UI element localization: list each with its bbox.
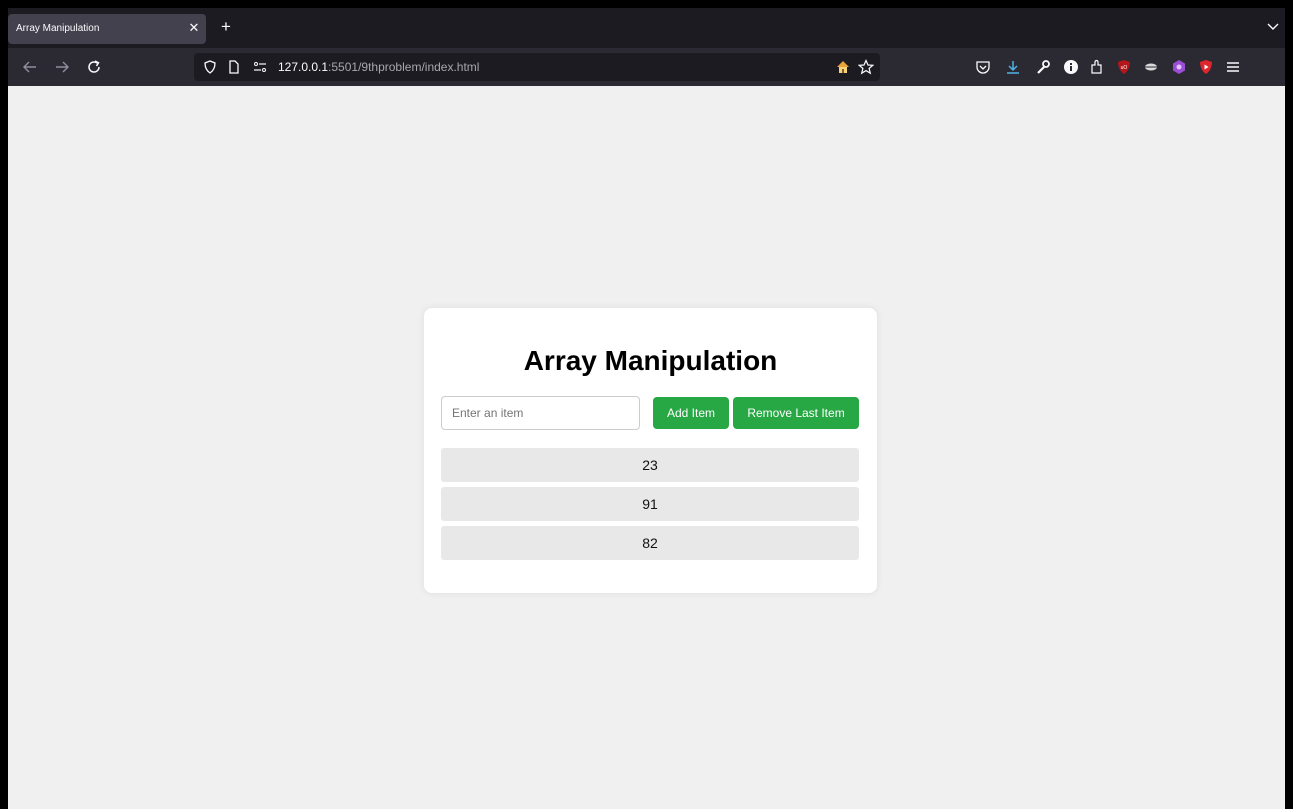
red-play-extension-icon[interactable] [1197, 58, 1215, 76]
url-host: 127.0.0.1 [278, 60, 329, 74]
array-card: Array Manipulation Add Item Remove Last … [424, 308, 877, 593]
chevron-down-icon[interactable] [1265, 20, 1281, 34]
add-item-button[interactable]: Add Item [653, 397, 729, 429]
page-viewport: Array Manipulation Add Item Remove Last … [8, 86, 1285, 809]
wrench-icon[interactable] [1034, 58, 1052, 76]
download-icon[interactable] [1004, 58, 1022, 76]
ublock-icon[interactable]: uO [1115, 58, 1133, 76]
browser-window: Array Manipulation ✕ + 127.0.0.1:5501/9t… [8, 8, 1285, 809]
url-text: 127.0.0.1:5501/9thproblem/index.html [278, 60, 479, 74]
close-tab-icon[interactable]: ✕ [186, 20, 202, 36]
svg-text:uO: uO [1121, 65, 1128, 71]
permissions-icon[interactable] [252, 59, 268, 75]
list-item: 23 [441, 448, 859, 482]
info-icon[interactable] [1062, 58, 1080, 76]
page-title: Array Manipulation [523, 345, 778, 376]
back-arrow-icon[interactable] [20, 57, 40, 77]
remove-last-item-button[interactable]: Remove Last Item [733, 397, 859, 429]
new-tab-icon[interactable]: + [217, 18, 235, 36]
url-path: :5501/9thproblem/index.html [328, 60, 480, 74]
pocket-icon[interactable] [974, 58, 992, 76]
list-item: 82 [441, 526, 859, 560]
hamburger-menu-icon[interactable] [1224, 58, 1242, 76]
tab-strip: Array Manipulation ✕ + [8, 8, 1285, 48]
lips-extension-icon[interactable] [1142, 58, 1160, 76]
item-input[interactable] [441, 396, 640, 430]
reload-icon[interactable] [84, 57, 104, 77]
tab-title: Array Manipulation [16, 23, 100, 34]
active-tab[interactable]: Array Manipulation ✕ [8, 14, 206, 44]
address-bar[interactable]: 127.0.0.1:5501/9thproblem/index.html [194, 53, 880, 81]
bookmark-star-icon[interactable] [858, 59, 874, 75]
navigation-toolbar: 127.0.0.1:5501/9thproblem/index.html uO [8, 48, 1285, 86]
purple-extension-icon[interactable] [1170, 58, 1188, 76]
list-item: 91 [441, 487, 859, 521]
extensions-icon[interactable] [1088, 58, 1106, 76]
page-icon [226, 59, 242, 75]
shield-icon[interactable] [202, 59, 218, 75]
home-icon[interactable] [835, 59, 851, 75]
forward-arrow-icon[interactable] [52, 57, 72, 77]
item-list: 23 91 82 [441, 448, 859, 565]
